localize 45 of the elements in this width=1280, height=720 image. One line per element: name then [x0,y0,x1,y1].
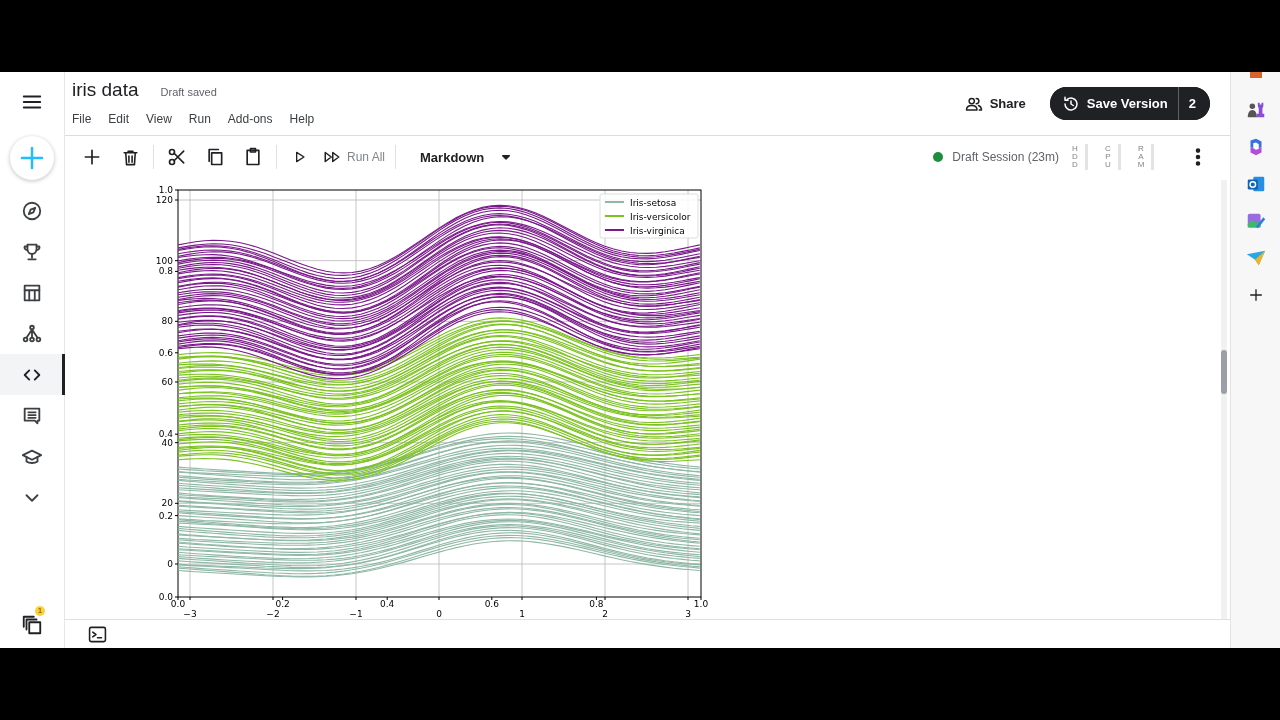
tick-label: 0 [167,559,173,569]
tick-label: −3 [183,609,197,618]
menu-item[interactable]: Add-ons [225,110,282,128]
share-button[interactable]: Share [954,88,1036,119]
tick-label: 60 [161,377,173,387]
legend-label: Iris-virginica [630,225,685,236]
session-label[interactable]: Draft Session (23m) [952,150,1059,164]
tick-label: 1 [519,609,525,618]
run-all-button[interactable]: Run All [347,150,394,164]
legend-label: Iris-setosa [630,197,677,208]
notification-badge: 1 [35,606,45,616]
tick-label: 0.2 [275,599,290,609]
tick-label: 0.6 [158,347,173,358]
tick-label: 40 [161,437,173,448]
meter-label: RAM [1137,145,1145,169]
tick-label: 0.8 [589,599,604,609]
save-version-button[interactable]: Save Version [1049,87,1179,120]
menu-item[interactable]: File [70,110,101,128]
tick-label: 2 [602,609,608,618]
menu-item[interactable]: Run [186,110,220,128]
tick-label: 120 [155,195,173,205]
tick-label: −1 [349,609,363,618]
tick-label: 0.4 [380,599,395,609]
tick-label: 0.6 [484,599,499,609]
tick-label: 0.8 [158,266,173,277]
tick-label: 20 [161,498,173,509]
menu-item[interactable]: Help [287,110,324,128]
tick-label: 0.4 [158,429,173,440]
menu-item[interactable]: Edit [106,110,139,128]
tick-label: 0 [436,609,442,618]
menu-item[interactable]: View [144,110,181,128]
meter-label: CPU [1104,145,1112,169]
tick-label: 0.0 [170,599,186,609]
tick-label: 80 [161,316,173,327]
tick-label: 1.0 [693,599,709,609]
tick-label: 0.2 [158,510,173,521]
tick-label: 1.0 [158,185,173,195]
legend-label: Iris-versicolor [630,211,691,222]
tick-label: 3 [685,609,691,618]
cell-type-dropdown[interactable]: Markdown [402,149,521,165]
notebook-title[interactable]: iris data [72,79,139,101]
meter-label: HDD [1071,145,1079,169]
tick-label: 100 [155,255,173,266]
save-status: Draft saved [160,86,217,98]
tick-label: −2 [266,609,280,618]
